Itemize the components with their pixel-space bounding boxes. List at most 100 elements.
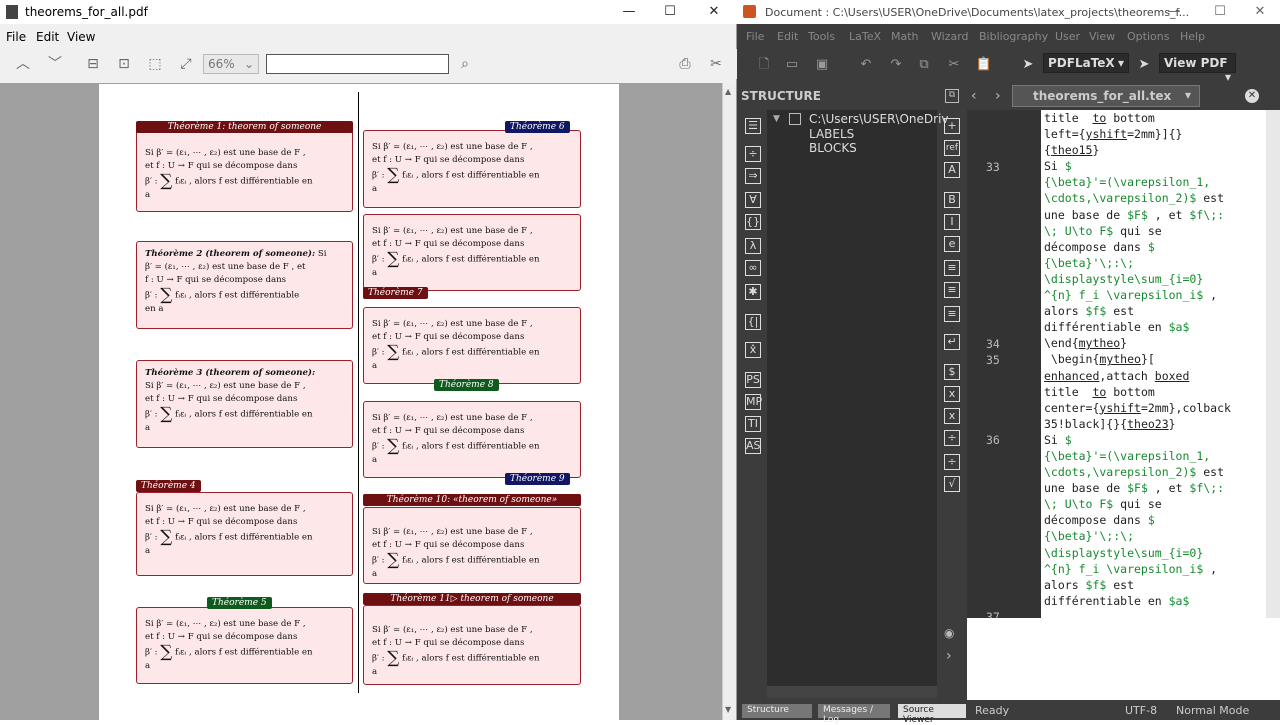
plus-icon[interactable]: +	[944, 118, 960, 134]
structure-list-icon[interactable]: ☰	[745, 118, 761, 134]
menu-file[interactable]: File	[6, 30, 26, 44]
open-folder-icon[interactable]: ▭	[783, 56, 801, 74]
ps-icon[interactable]: PS	[745, 372, 761, 388]
messages-log-button[interactable]: Messages / Log	[818, 704, 890, 725]
tx-menu-file[interactable]: File	[746, 30, 764, 43]
tx-menu-tools[interactable]: Tools	[808, 30, 835, 43]
save-icon[interactable]: ▣	[813, 56, 831, 74]
status-encoding[interactable]: UTF-8	[1125, 704, 1157, 717]
scroll-down-icon[interactable]: ▼	[725, 705, 731, 714]
copy-icon[interactable]: ⧉	[915, 56, 933, 74]
page-up-icon[interactable]: ︿	[14, 55, 32, 73]
build-run-icon[interactable]: ➤	[1019, 56, 1037, 74]
pdf-scrollbar[interactable]: ▲ ▼	[722, 83, 736, 720]
align-right-icon[interactable]: ≡	[944, 306, 960, 322]
fit-content-icon[interactable]: ⬚	[146, 55, 164, 73]
page-down-icon[interactable]: ﹀	[46, 55, 64, 73]
relation-icon[interactable]: ÷	[745, 146, 761, 162]
ti-icon[interactable]: TI	[745, 416, 761, 432]
column-rule	[358, 92, 359, 693]
status-ready: Ready	[975, 704, 1010, 717]
structure-hscrollbar[interactable]	[767, 686, 937, 698]
align-left-icon[interactable]: ≡	[944, 260, 960, 276]
tree-root[interactable]: C:\Users\USER\OneDriv	[809, 112, 949, 126]
close-tab-icon[interactable]: ✕	[1245, 89, 1259, 103]
frac-icon[interactable]: ÷	[944, 430, 960, 446]
close-icon[interactable]: ✕	[691, 0, 737, 24]
code-editor[interactable]: title to bottom left={yshift=2mm}]{} {th…	[1041, 110, 1280, 618]
tx-menu-user[interactable]: User	[1055, 30, 1080, 43]
paste-icon[interactable]: 📋	[975, 56, 993, 74]
menu-view[interactable]: View	[67, 30, 95, 44]
sqrt-icon[interactable]: √	[944, 476, 960, 492]
as-icon[interactable]: AS	[745, 438, 761, 454]
font-size-icon[interactable]: A	[944, 162, 960, 178]
math-dollar-icon[interactable]: $	[944, 364, 960, 380]
new-file-icon[interactable]: 🗋	[755, 56, 773, 74]
cut-icon[interactable]: ✂	[945, 56, 963, 74]
ref-icon[interactable]: ref	[944, 140, 960, 156]
tx-minimize-icon[interactable]: —	[1151, 0, 1197, 24]
expand-icon[interactable]: ›	[946, 648, 952, 664]
hat-icon[interactable]: x̂	[745, 342, 761, 358]
forall-icon[interactable]: ∀	[745, 192, 761, 208]
tx-menu-view[interactable]: View	[1089, 30, 1115, 43]
italic-icon[interactable]: I	[944, 214, 960, 230]
tx-menu-math[interactable]: Math	[891, 30, 919, 43]
tree-expand-icon[interactable]: ▼	[773, 114, 780, 124]
theorem-line: Si β′ = (ε₁, ⋯ , ε₂) est une base de F ,	[145, 504, 306, 514]
minimize-icon[interactable]: —	[606, 0, 652, 24]
menu-edit[interactable]: Edit	[36, 30, 59, 44]
tx-menu-latex[interactable]: LaTeX	[849, 30, 881, 43]
print-icon[interactable]: ⎙	[676, 55, 694, 73]
newline-icon[interactable]: ↵	[944, 334, 960, 350]
bracket-icon[interactable]: {|	[745, 314, 761, 330]
bold-icon[interactable]: B	[944, 192, 960, 208]
undo-icon[interactable]: ↶	[857, 56, 875, 74]
texstudio-logo-icon	[743, 5, 756, 18]
superscript-icon[interactable]: x	[944, 408, 960, 424]
file-tab[interactable]: theorems_for_all.tex ▾	[1012, 85, 1200, 107]
tree-blocks[interactable]: BLOCKS	[809, 141, 857, 155]
infinity-icon[interactable]: ∞	[745, 260, 761, 276]
viewer-select[interactable]: View PDF ▾	[1159, 53, 1236, 84]
tools-icon[interactable]: ✂	[707, 55, 725, 73]
zoom-fit-icon[interactable]: ⤢	[177, 55, 195, 73]
line-number: 35	[986, 353, 1000, 367]
back-icon[interactable]: ‹	[971, 88, 977, 104]
tree-labels[interactable]: LABELS	[809, 127, 854, 141]
tx-menu-edit[interactable]: Edit	[777, 30, 798, 43]
fit-page-icon[interactable]: ⊡	[115, 55, 133, 73]
maximize-icon[interactable]: ☐	[647, 0, 693, 24]
fit-width-icon[interactable]: ⊟	[84, 55, 102, 73]
compiler-select[interactable]: PDFLaTeX ▾	[1043, 53, 1129, 73]
structure-float-icon[interactable]: ⧉	[945, 89, 959, 103]
scroll-up-icon[interactable]: ▲	[725, 87, 731, 96]
tx-menu-help[interactable]: Help	[1180, 30, 1205, 43]
dfrac-icon[interactable]: ÷	[944, 454, 960, 470]
tx-menu-bibliography[interactable]: Bibliography	[979, 30, 1048, 43]
tx-menu-options[interactable]: Options	[1127, 30, 1169, 43]
source-viewer-button[interactable]: Source Viewer	[898, 704, 966, 725]
align-center-icon[interactable]: ≡	[944, 282, 960, 298]
asterisk-icon[interactable]: ✱	[745, 284, 761, 300]
lambda-icon[interactable]: λ	[745, 238, 761, 254]
delimiters-icon[interactable]: {}	[745, 214, 761, 230]
redo-icon[interactable]: ↷	[887, 56, 905, 74]
subscript-icon[interactable]: x	[944, 386, 960, 402]
tx-close-icon[interactable]: ✕	[1237, 0, 1280, 24]
theorem-line: Théorème 3 (theorem of someone):	[145, 368, 316, 378]
search-input[interactable]	[266, 54, 449, 74]
search-icon[interactable]: ⌕	[456, 55, 474, 73]
tx-menu-wizard[interactable]: Wizard	[931, 30, 969, 43]
eye-icon[interactable]: ◉	[944, 626, 954, 640]
structure-tab-button[interactable]: Structure	[742, 704, 812, 718]
view-run-icon[interactable]: ➤	[1135, 56, 1153, 74]
emph-icon[interactable]: e	[944, 236, 960, 252]
zoom-select[interactable]: 66% ⌄	[203, 54, 259, 74]
arrows-icon[interactable]: ⇒	[745, 168, 761, 184]
editor-vscrollbar[interactable]	[1266, 110, 1280, 618]
forward-icon[interactable]: ›	[995, 88, 1001, 104]
mp-icon[interactable]: MP	[745, 394, 762, 410]
status-mode[interactable]: Normal Mode	[1176, 704, 1249, 717]
